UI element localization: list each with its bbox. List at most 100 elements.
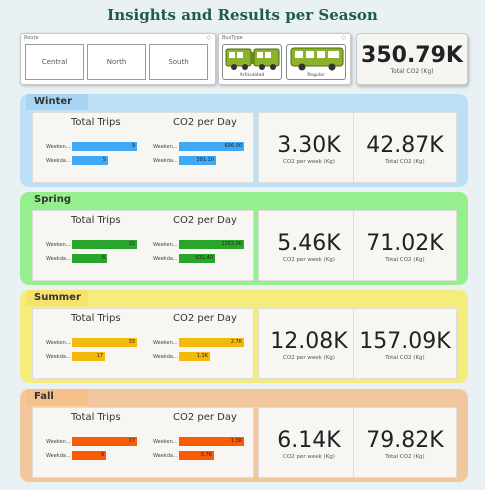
trips-bar-weekend: 17 [72,437,137,446]
route-option-central[interactable]: Central [25,44,84,80]
co2-bar-weekday: 0.7K [179,451,214,460]
total-co2-card: 350.79K Total CO2 (Kg) [356,33,468,85]
co2-bar-weekend: 2.7K [179,338,244,347]
season-title: Spring [26,192,88,208]
season-title: Fall [26,389,88,405]
season-panel-fall: Fall Total Trips CO2 per Day Weeken... W… [20,389,468,482]
season-total-co2-label: Total CO2 (Kg) [385,257,425,263]
season-title: Summer [26,290,88,306]
co2-per-week-card: 12.08K CO2 per week (Kg) [258,308,360,379]
co2-row-label-weekend: Weeken... [153,340,178,346]
season-panel-spring: Spring Total Trips CO2 per Day Weeken...… [20,192,468,285]
season-bar-charts: Total Trips CO2 per Day Weeken... Weekda… [32,308,254,379]
trips-row-label-weekend: Weeken... [46,439,71,445]
co2-bar-weekday: 631.40 [179,254,215,263]
trips-row-label-weekend: Weeken... [46,144,71,150]
co2-chart-title: CO2 per Day [173,313,237,324]
season-total-co2-label: Total CO2 (Kg) [385,355,425,361]
bustype-option-regular[interactable]: Regular [286,44,346,80]
co2-bar-weekday-label: 1.3K [196,353,208,359]
season-title: Winter [26,94,88,110]
season-bar-charts: Total Trips CO2 per Day Weeken... Weekda… [32,112,254,183]
co2-bar-weekday-label: 391.10 [196,157,215,163]
co2-per-week-label: CO2 per week (Kg) [283,454,335,460]
co2-bar-weekend-label: 1.3K [230,438,242,444]
season-total-co2-value: 42.87K [366,133,444,158]
co2-bar-weekend-label: 2.7K [230,339,242,345]
regular-bus-icon [290,47,344,71]
co2-bar-weekend: 1152.00 [179,240,244,249]
trips-bar-weekend-label: 33 [128,339,135,345]
co2-row-label-weekday: Weekda... [153,158,178,164]
bustype-option-articulated[interactable]: Articulated [222,44,282,80]
season-total-co2-value: 157.09K [359,329,451,354]
route-option-north[interactable]: North [87,44,146,80]
page-title: Insights and Results per Season [107,6,378,24]
trips-bar-weekday: 8 [72,254,107,263]
trips-row-label-weekend: Weeken... [46,340,71,346]
co2-bar-weekday-label: 631.40 [195,255,214,261]
co2-row-label-weekend: Weeken... [153,439,178,445]
co2-per-week-card: 5.46K CO2 per week (Kg) [258,210,360,281]
articulated-bus-icon [225,48,280,70]
route-slicer: Route ◇ Central North South [20,33,216,85]
co2-per-week-card: 3.30K CO2 per week (Kg) [258,112,360,183]
co2-bar-weekday: 391.10 [179,156,216,165]
co2-per-week-value: 3.30K [277,133,341,158]
trips-row-label-weekday: Weekda... [46,158,71,164]
trips-row-label-weekday: Weekda... [46,354,71,360]
co2-row-label-weekday: Weekda... [153,453,178,459]
trips-row-label-weekday: Weekda... [46,256,71,262]
co2-bar-weekend-label: 1152.00 [221,241,242,247]
trips-bar-weekday: 9 [72,451,106,460]
trips-bar-weekend: 33 [72,338,137,347]
route-slicer-label: Route [24,35,39,41]
co2-per-week-label: CO2 per week (Kg) [283,159,335,165]
co2-row-label-weekend: Weeken... [153,242,178,248]
route-option-south[interactable]: South [149,44,208,80]
co2-chart-title: CO2 per Day [173,215,237,226]
bustype-slicer-label: BusType [222,35,243,41]
co2-row-label-weekday: Weekda... [153,256,178,262]
trips-chart-title: Total Trips [71,313,121,324]
slicer-menu-icon[interactable]: ◇ [206,34,211,41]
season-total-co2-value: 79.82K [366,428,444,453]
co2-bar-weekday: 1.3K [179,352,210,361]
trips-bar-weekend: 9 [72,142,137,151]
co2-chart-title: CO2 per Day [173,117,237,128]
trips-bar-weekday-label: 5 [102,157,106,163]
trips-row-label-weekday: Weekda... [46,453,71,459]
trips-bar-weekday-label: 17 [96,353,103,359]
co2-bar-weekend: 696.00 [179,142,244,151]
trips-bar-weekend-label: 9 [131,143,135,149]
slicer-menu-icon[interactable]: ◇ [341,34,346,41]
season-panel-winter: Winter Total Trips CO2 per Day Weeken...… [20,94,468,187]
season-total-co2-value: 71.02K [366,231,444,256]
season-total-co2-label: Total CO2 (Kg) [385,454,425,460]
co2-per-week-value: 12.08K [270,329,348,354]
trips-row-label-weekend: Weeken... [46,242,71,248]
co2-per-week-label: CO2 per week (Kg) [283,257,335,263]
co2-per-week-card: 6.14K CO2 per week (Kg) [258,407,360,478]
co2-bar-weekday-label: 0.7K [200,452,212,458]
co2-per-week-value: 6.14K [277,428,341,453]
co2-bar-weekend-label: 696.00 [224,143,243,149]
season-total-co2-label: Total CO2 (Kg) [385,159,425,165]
bustype-option-regular-label: Regular [307,73,325,78]
trips-chart-title: Total Trips [71,117,121,128]
trips-bar-weekday: 17 [72,352,105,361]
bustype-option-articulated-label: Articulated [239,73,265,78]
season-total-co2-card: 79.82K Total CO2 (Kg) [353,407,457,478]
co2-row-label-weekday: Weekda... [153,354,178,360]
co2-per-week-value: 5.46K [277,231,341,256]
total-co2-label: Total CO2 (Kg) [390,68,434,75]
trips-chart-title: Total Trips [71,412,121,423]
trips-bar-weekday-label: 9 [100,452,104,458]
season-total-co2-card: 71.02K Total CO2 (Kg) [353,210,457,281]
season-total-co2-card: 157.09K Total CO2 (Kg) [353,308,457,379]
total-co2-value: 350.79K [361,43,463,68]
trips-bar-weekend: 15 [72,240,137,249]
trips-bar-weekday: 5 [72,156,108,165]
co2-row-label-weekend: Weeken... [153,144,178,150]
season-total-co2-card: 42.87K Total CO2 (Kg) [353,112,457,183]
